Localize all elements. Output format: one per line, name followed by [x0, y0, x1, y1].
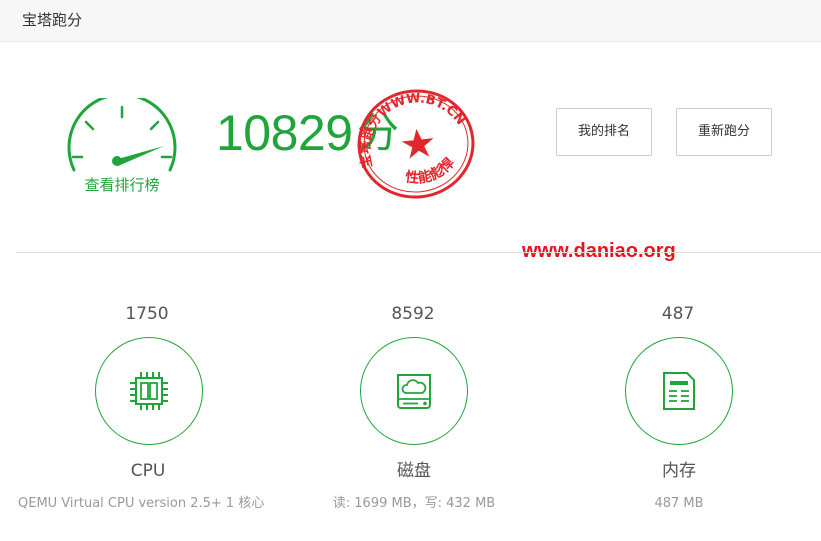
bt-seal-stamp-icon: 宝塔跑分WWW.BT.CN 性能彪悍 [352, 86, 475, 199]
stamp-text-top: 宝塔跑分WWW.BT.CN [352, 86, 472, 169]
memory-description: 487 MB [654, 496, 704, 511]
cpu-metric: 1750 CPU QEMU Virtual CPU version 2.5+ 1… [18, 300, 278, 514]
disk-description: 读: 1699 MB，写: 432 MB [332, 496, 496, 511]
rerun-benchmark-button[interactable]: 重新跑分 [676, 108, 772, 156]
title-bar: 宝塔跑分 [0, 0, 821, 42]
svg-text:宝塔跑分WWW.BT.CN: 宝塔跑分WWW.BT.CN [352, 86, 472, 169]
memory-ring [625, 337, 733, 445]
disk-label: 磁盘 [397, 461, 431, 481]
cpu-ring [95, 337, 203, 445]
window-title: 宝塔跑分 [22, 11, 83, 29]
disk-ring [360, 337, 468, 445]
disk-score: 8592 [391, 304, 435, 324]
cpu-label: CPU [130, 461, 166, 481]
leaderboard-link[interactable]: 查看排行榜 [62, 174, 182, 195]
disk-metric: 8592 磁盘 读: 1699 MB，写: 432 MB [284, 300, 544, 514]
cpu-chip-icon [130, 372, 168, 410]
memory-metric: 487 内存 487 MB [549, 300, 809, 514]
hard-disk-icon [397, 374, 431, 409]
cpu-description: QEMU Virtual CPU version 2.5+ 1 核心 [18, 496, 265, 511]
cpu-score: 1750 [125, 304, 169, 324]
total-score: 10829 [216, 105, 353, 161]
my-rank-button[interactable]: 我的排名 [556, 108, 652, 156]
svg-text:性能彪悍: 性能彪悍 [402, 153, 460, 188]
memory-score: 487 [661, 304, 695, 324]
stamp-text-bottom: 性能彪悍 [402, 153, 460, 188]
memory-card-icon [663, 372, 695, 410]
section-divider [16, 252, 821, 253]
memory-label: 内存 [662, 461, 696, 481]
